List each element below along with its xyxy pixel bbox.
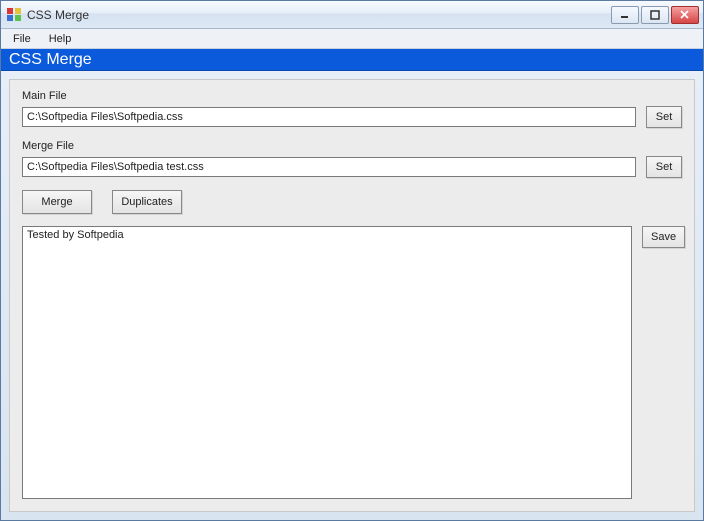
client-area: Main File Set Merge File Set Merge Dupli… [9,79,695,512]
maximize-button[interactable] [641,6,669,24]
main-file-label: Main File [22,90,682,102]
output-area [22,226,632,499]
maximize-icon [650,10,660,20]
titlebar[interactable]: CSS Merge [1,1,703,29]
merge-file-set-button[interactable]: Set [646,156,682,178]
app-icon [7,8,21,22]
minimize-button[interactable] [611,6,639,24]
window-controls [611,6,699,24]
app-window: CSS Merge File Help CSS Merge Main File … [0,0,704,521]
main-file-set-button[interactable]: Set [646,106,682,128]
banner-title: CSS Merge [9,51,92,69]
window-title: CSS Merge [27,8,89,22]
menu-file[interactable]: File [5,31,39,47]
banner: CSS Merge [1,49,703,71]
close-button[interactable] [671,6,699,24]
minimize-icon [620,10,630,20]
merge-file-label: Merge File [22,140,682,152]
menubar: File Help [1,29,703,49]
menu-help[interactable]: Help [41,31,80,47]
close-icon [680,10,690,20]
merge-button[interactable]: Merge [22,190,92,214]
duplicates-button[interactable]: Duplicates [112,190,182,214]
save-button[interactable]: Save [642,226,685,248]
main-file-input[interactable] [22,107,636,127]
merge-file-input[interactable] [22,157,636,177]
output-textarea[interactable] [23,227,631,498]
